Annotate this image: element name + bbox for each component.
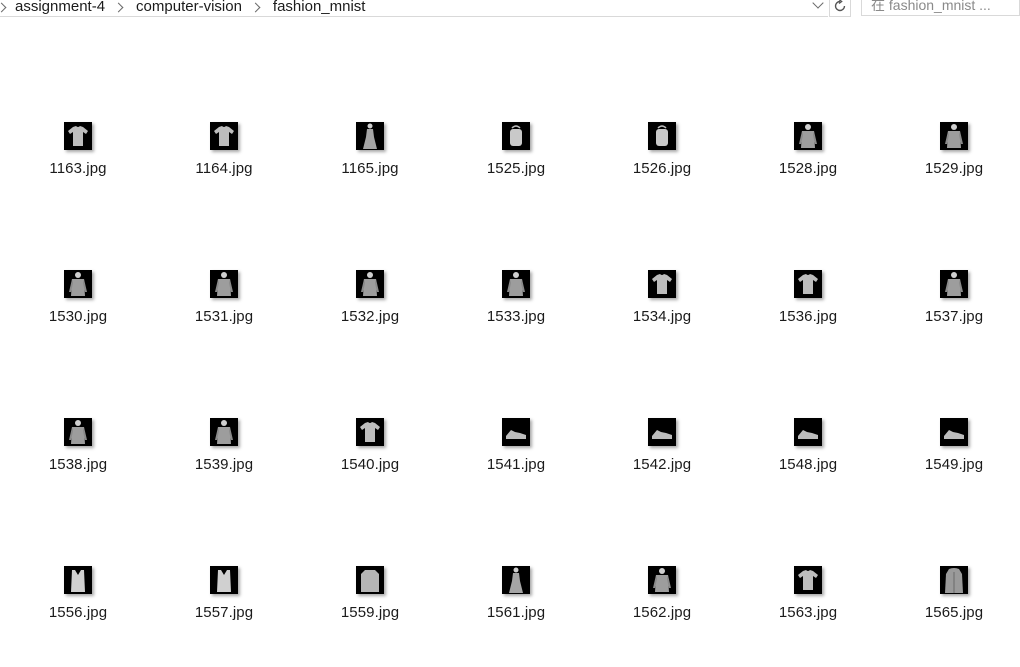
- file-name[interactable]: 1562.jpg: [602, 604, 722, 621]
- image-thumbnail-icon[interactable]: [210, 270, 238, 298]
- file-name[interactable]: 1525.jpg: [456, 160, 576, 177]
- file-item[interactable]: 1164.jpg: [164, 122, 284, 192]
- file-name[interactable]: 1538.jpg: [18, 456, 138, 473]
- image-thumbnail-icon[interactable]: [940, 122, 968, 150]
- file-item[interactable]: 1163.jpg: [18, 122, 138, 192]
- file-item[interactable]: 1532.jpg: [310, 270, 430, 340]
- file-name[interactable]: 1540.jpg: [310, 456, 430, 473]
- file-name[interactable]: 1526.jpg: [602, 160, 722, 177]
- file-item[interactable]: 1537.jpg: [894, 270, 1014, 340]
- file-name[interactable]: 1556.jpg: [18, 604, 138, 621]
- file-item[interactable]: 1561.jpg: [456, 566, 576, 636]
- image-thumbnail-icon[interactable]: [64, 418, 92, 446]
- file-item[interactable]: 1531.jpg: [164, 270, 284, 340]
- file-item[interactable]: 1542.jpg: [602, 418, 722, 488]
- file-name[interactable]: 1163.jpg: [18, 160, 138, 177]
- file-grid: 1163.jpg 1164.jpg 1165.jpg 1525.jpg 1526.jpg…: [0, 0, 1020, 667]
- file-item[interactable]: 1548.jpg: [748, 418, 868, 488]
- file-item[interactable]: 1539.jpg: [164, 418, 284, 488]
- file-item[interactable]: 1530.jpg: [18, 270, 138, 340]
- file-name[interactable]: 1534.jpg: [602, 308, 722, 325]
- file-item[interactable]: 1563.jpg: [748, 566, 868, 636]
- file-name[interactable]: 1529.jpg: [894, 160, 1014, 177]
- file-name[interactable]: 1559.jpg: [310, 604, 430, 621]
- file-name[interactable]: 1532.jpg: [310, 308, 430, 325]
- file-item[interactable]: 1538.jpg: [18, 418, 138, 488]
- image-thumbnail-icon[interactable]: [648, 566, 676, 594]
- file-name[interactable]: 1563.jpg: [748, 604, 868, 621]
- file-name[interactable]: 1165.jpg: [310, 160, 430, 177]
- image-thumbnail-icon[interactable]: [648, 122, 676, 150]
- file-item[interactable]: 1540.jpg: [310, 418, 430, 488]
- file-item[interactable]: 1534.jpg: [602, 270, 722, 340]
- image-thumbnail-icon[interactable]: [940, 270, 968, 298]
- image-thumbnail-icon[interactable]: [64, 566, 92, 594]
- image-thumbnail-icon[interactable]: [210, 122, 238, 150]
- file-name[interactable]: 1530.jpg: [18, 308, 138, 325]
- image-thumbnail-icon[interactable]: [648, 270, 676, 298]
- image-thumbnail-icon[interactable]: [794, 270, 822, 298]
- file-name[interactable]: 1561.jpg: [456, 604, 576, 621]
- file-item[interactable]: 1536.jpg: [748, 270, 868, 340]
- image-thumbnail-icon[interactable]: [356, 270, 384, 298]
- file-item[interactable]: 1528.jpg: [748, 122, 868, 192]
- file-name[interactable]: 1541.jpg: [456, 456, 576, 473]
- file-name[interactable]: 1549.jpg: [894, 456, 1014, 473]
- image-thumbnail-icon[interactable]: [502, 122, 530, 150]
- file-name[interactable]: 1542.jpg: [602, 456, 722, 473]
- file-name[interactable]: 1164.jpg: [164, 160, 284, 177]
- image-thumbnail-icon[interactable]: [356, 566, 384, 594]
- image-thumbnail-icon[interactable]: [940, 418, 968, 446]
- image-thumbnail-icon[interactable]: [794, 418, 822, 446]
- file-item[interactable]: 1165.jpg: [310, 122, 430, 192]
- file-name[interactable]: 1536.jpg: [748, 308, 868, 325]
- file-item[interactable]: 1549.jpg: [894, 418, 1014, 488]
- image-thumbnail-icon[interactable]: [794, 122, 822, 150]
- file-item[interactable]: 1526.jpg: [602, 122, 722, 192]
- file-item[interactable]: 1559.jpg: [310, 566, 430, 636]
- file-item[interactable]: 1525.jpg: [456, 122, 576, 192]
- file-name[interactable]: 1548.jpg: [748, 456, 868, 473]
- image-thumbnail-icon[interactable]: [502, 566, 530, 594]
- file-name[interactable]: 1557.jpg: [164, 604, 284, 621]
- image-thumbnail-icon[interactable]: [940, 566, 968, 594]
- image-thumbnail-icon[interactable]: [356, 418, 384, 446]
- image-thumbnail-icon[interactable]: [794, 566, 822, 594]
- file-item[interactable]: 1565.jpg: [894, 566, 1014, 636]
- file-name[interactable]: 1533.jpg: [456, 308, 576, 325]
- file-item[interactable]: 1562.jpg: [602, 566, 722, 636]
- image-thumbnail-icon[interactable]: [64, 122, 92, 150]
- image-thumbnail-icon[interactable]: [356, 122, 384, 150]
- image-thumbnail-icon[interactable]: [502, 270, 530, 298]
- file-name[interactable]: 1531.jpg: [164, 308, 284, 325]
- image-thumbnail-icon[interactable]: [210, 566, 238, 594]
- image-thumbnail-icon[interactable]: [502, 418, 530, 446]
- file-name[interactable]: 1565.jpg: [894, 604, 1014, 621]
- file-name[interactable]: 1537.jpg: [894, 308, 1014, 325]
- file-name[interactable]: 1528.jpg: [748, 160, 868, 177]
- file-item[interactable]: 1556.jpg: [18, 566, 138, 636]
- file-item[interactable]: 1533.jpg: [456, 270, 576, 340]
- file-item[interactable]: 1529.jpg: [894, 122, 1014, 192]
- file-name[interactable]: 1539.jpg: [164, 456, 284, 473]
- file-item[interactable]: 1541.jpg: [456, 418, 576, 488]
- image-thumbnail-icon[interactable]: [210, 418, 238, 446]
- image-thumbnail-icon[interactable]: [64, 270, 92, 298]
- file-item[interactable]: 1557.jpg: [164, 566, 284, 636]
- image-thumbnail-icon[interactable]: [648, 418, 676, 446]
